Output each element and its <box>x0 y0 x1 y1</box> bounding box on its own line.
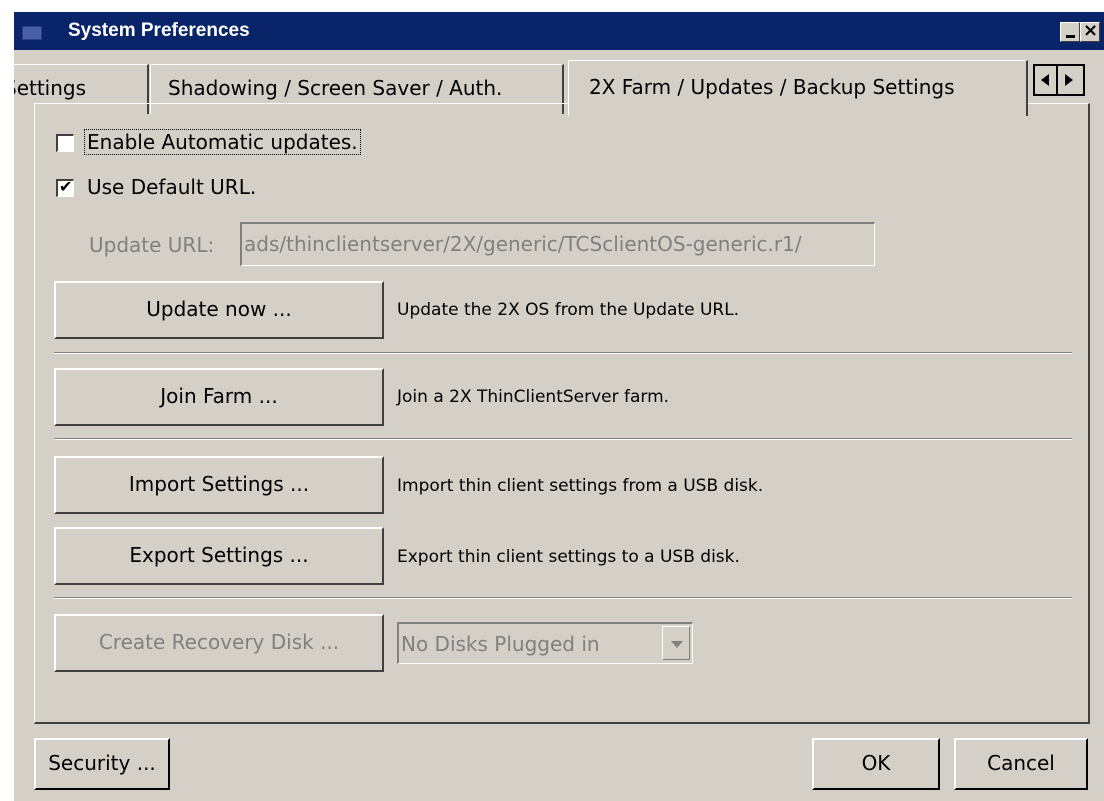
export-settings-button[interactable]: Export Settings ... <box>54 527 384 585</box>
tab-farm-updates-backup[interactable]: 2X Farm / Updates / Backup Settings <box>568 60 1028 116</box>
use-default-url-label[interactable]: Use Default URL. <box>87 175 256 199</box>
import-settings-button[interactable]: Import Settings ... <box>54 456 384 514</box>
update-now-description: Update the 2X OS from the Update URL. <box>397 300 740 320</box>
ok-button[interactable]: OK <box>812 738 940 790</box>
close-button[interactable]: × <box>1080 20 1100 42</box>
update-now-button[interactable]: Update now ... <box>54 281 384 339</box>
create-recovery-disk-button[interactable]: Create Recovery Disk ... <box>54 614 384 672</box>
title-bar[interactable]: System Preferences × <box>14 12 1104 50</box>
tab-scroll-right-button[interactable] <box>1058 66 1081 94</box>
update-url-label: Update URL: <box>89 233 215 257</box>
tab-scroll-arrows <box>1033 64 1085 96</box>
update-url-field[interactable]: ads/thinclientserver/2X/generic/TCSclien… <box>240 222 875 266</box>
divider <box>54 438 1072 440</box>
close-icon: × <box>1083 20 1099 41</box>
join-farm-description: Join a 2X ThinClientServer farm. <box>397 387 670 407</box>
arrow-left-icon <box>1041 74 1049 86</box>
divider <box>54 597 1072 599</box>
tab-scroll-left-button[interactable] <box>1035 66 1058 94</box>
enable-auto-updates-label[interactable]: Enable Automatic updates. <box>84 129 361 155</box>
chevron-down-icon <box>671 641 683 648</box>
window-title: System Preferences <box>68 20 250 41</box>
tab-settings-label: Settings <box>14 76 87 100</box>
enable-auto-updates-checkbox[interactable] <box>56 134 74 152</box>
minimize-button[interactable] <box>1060 22 1080 42</box>
system-preferences-window: System Preferences × Settings Shadowing … <box>14 12 1104 801</box>
update-url-value: ads/thinclientserver/2X/generic/TCSclien… <box>244 232 802 256</box>
disk-select[interactable]: No Disks Plugged in <box>397 622 693 664</box>
join-farm-button[interactable]: Join Farm ... <box>54 368 384 426</box>
minimize-icon <box>1066 35 1075 38</box>
export-settings-description: Export thin client settings to a USB dis… <box>397 547 740 567</box>
tab-shadowing-label: Shadowing / Screen Saver / Auth. <box>168 76 503 100</box>
disk-select-value: No Disks Plugged in <box>401 632 600 656</box>
tab-farm-updates-backup-label: 2X Farm / Updates / Backup Settings <box>589 75 955 99</box>
divider <box>54 352 1072 354</box>
use-default-url-checkbox[interactable]: ✔ <box>56 177 74 197</box>
security-button[interactable]: Security ... <box>34 738 170 790</box>
arrow-right-icon <box>1065 74 1073 86</box>
checkmark-icon: ✔ <box>59 177 73 196</box>
import-settings-description: Import thin client settings from a USB d… <box>397 476 764 496</box>
dropdown-button[interactable] <box>662 626 690 660</box>
window-menu-icon[interactable] <box>22 26 42 40</box>
enable-auto-updates-text: Enable Automatic updates. <box>84 129 361 155</box>
cancel-button[interactable]: Cancel <box>954 738 1088 790</box>
